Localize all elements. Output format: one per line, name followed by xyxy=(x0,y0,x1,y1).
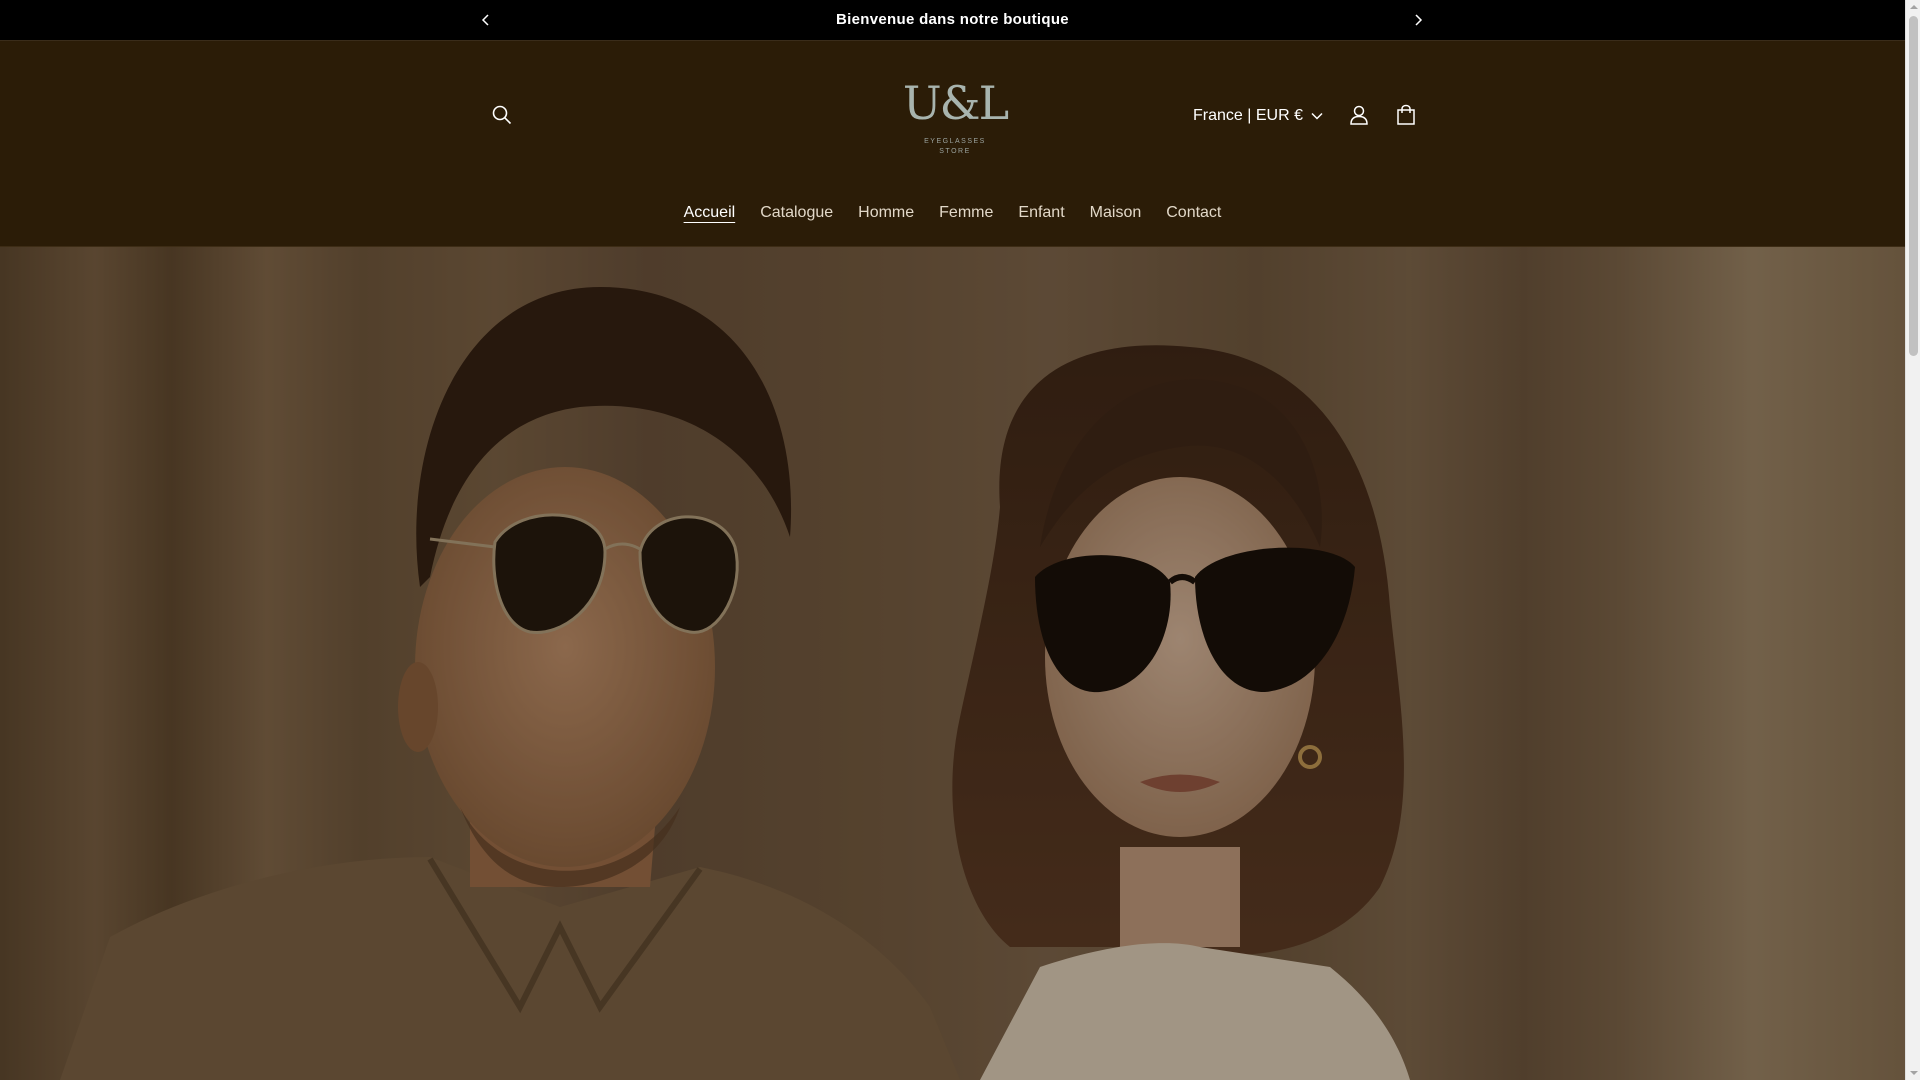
nav-item-maison[interactable]: Maison xyxy=(1077,204,1154,222)
country-selector[interactable]: France | EUR € xyxy=(1193,103,1323,129)
nav-item-homme[interactable]: Homme xyxy=(846,204,927,222)
cart-button[interactable] xyxy=(1386,95,1426,135)
announcement-text: Bienvenue dans notre boutique xyxy=(836,11,1069,28)
scroll-up-arrow-icon[interactable] xyxy=(1906,0,1920,14)
store-logo[interactable]: U&L EYEGLASSES STORE xyxy=(900,73,1010,163)
scrollbar-thumb[interactable] xyxy=(1909,16,1918,356)
site-header: U&L EYEGLASSES STORE France | EUR € Accu… xyxy=(0,41,1905,247)
chevron-right-icon xyxy=(1415,14,1423,26)
nav-item-catalogue[interactable]: Catalogue xyxy=(748,204,846,222)
country-selector-label: France | EUR € xyxy=(1193,107,1303,124)
nav-item-enfant[interactable]: Enfant xyxy=(1006,204,1077,222)
account-button[interactable] xyxy=(1339,95,1379,135)
chevron-down-icon xyxy=(1311,112,1323,120)
cart-icon xyxy=(1397,104,1415,125)
hero-banner-image xyxy=(0,247,1905,1080)
announcement-next-button[interactable] xyxy=(1406,8,1430,32)
search-button[interactable] xyxy=(482,95,522,135)
scroll-down-arrow-icon[interactable] xyxy=(1906,1066,1920,1080)
page-scrollbar[interactable] xyxy=(1905,0,1920,1080)
account-icon xyxy=(1350,105,1368,125)
nav-item-accueil[interactable]: Accueil xyxy=(671,204,748,222)
main-nav: Accueil Catalogue Homme Femme Enfant Mai… xyxy=(0,193,1905,233)
page: Bienvenue dans notre boutique U&L EYEGLA… xyxy=(0,0,1905,1080)
search-icon xyxy=(492,105,512,125)
logo-line-2: STORE xyxy=(939,148,971,155)
logo-line-1: EYEGLASSES xyxy=(924,138,986,145)
logo-mark: U&L xyxy=(902,76,1009,130)
hero-overlay xyxy=(0,247,1905,1080)
announcement-bar: Bienvenue dans notre boutique xyxy=(0,0,1905,41)
nav-item-femme[interactable]: Femme xyxy=(927,204,1006,222)
nav-item-contact[interactable]: Contact xyxy=(1154,204,1234,222)
